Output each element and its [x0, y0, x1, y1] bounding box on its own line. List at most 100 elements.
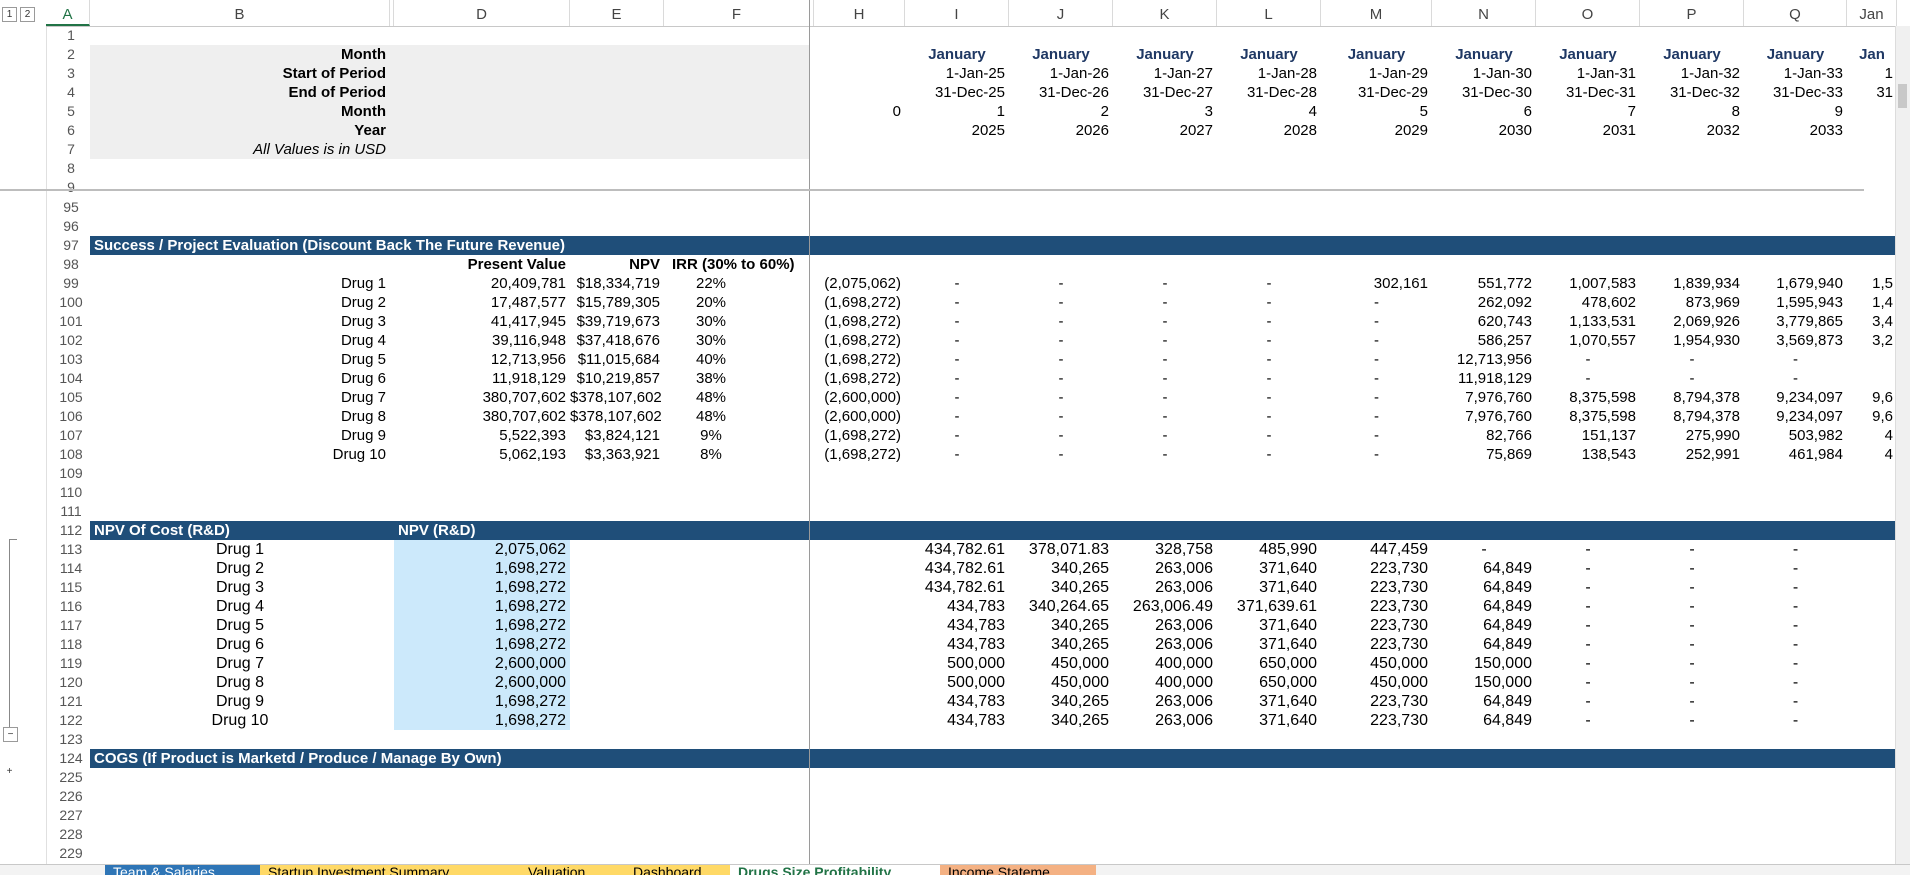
cell[interactable]: - [1113, 445, 1217, 464]
cell[interactable]: - [1321, 388, 1432, 407]
cell[interactable]: 41,417,945 [394, 312, 570, 331]
cell[interactable]: 22% [664, 274, 758, 293]
cell[interactable]: Drug 10 [90, 445, 390, 464]
cell[interactable]: - [1113, 426, 1217, 445]
cell[interactable]: (1,698,272) [810, 312, 905, 331]
cell[interactable]: 64,849 [1432, 616, 1536, 635]
cell[interactable]: $3,824,121 [570, 426, 664, 445]
cell[interactable] [1847, 369, 1897, 388]
cell[interactable]: - [1536, 597, 1640, 616]
row-header[interactable]: 119 [46, 654, 96, 673]
cell[interactable]: 40% [664, 350, 758, 369]
cell[interactable]: Drug 9 [90, 426, 390, 445]
cell[interactable]: - [1744, 597, 1847, 616]
cell[interactable]: 12,713,956 [1432, 350, 1536, 369]
outline-level-2-button[interactable]: 2 [20, 7, 35, 22]
cell[interactable]: 1,954,930 [1640, 331, 1744, 350]
column-header-17[interactable]: Jan [1847, 0, 1897, 26]
cell[interactable]: - [1321, 407, 1432, 426]
cell[interactable]: - [1217, 350, 1321, 369]
row-header[interactable]: 116 [46, 597, 96, 616]
cell[interactable]: - [1432, 540, 1536, 559]
row-header[interactable]: 111 [46, 502, 96, 521]
cell[interactable] [1847, 350, 1897, 369]
cell[interactable]: 447,459 [1321, 540, 1432, 559]
cell[interactable]: - [1536, 369, 1640, 388]
outline-level-1-button[interactable]: 1 [2, 7, 17, 22]
cell[interactable]: 9,6 [1847, 388, 1897, 407]
cell[interactable]: January [1640, 45, 1744, 64]
cell[interactable]: 1-Jan-30 [1432, 64, 1536, 83]
row-header[interactable]: 124 [46, 749, 96, 768]
row-header[interactable]: 4 [46, 83, 96, 102]
cell[interactable]: January [1432, 45, 1536, 64]
cell[interactable]: $378,107,602 [570, 388, 664, 407]
cell[interactable]: - [1744, 673, 1847, 692]
cell[interactable]: - [1113, 369, 1217, 388]
cell[interactable]: 8 [1640, 102, 1744, 121]
cell[interactable]: 263,006.49 [1113, 597, 1217, 616]
cell[interactable]: - [1640, 616, 1744, 635]
cell[interactable]: - [1113, 407, 1217, 426]
cell[interactable]: 400,000 [1113, 673, 1217, 692]
cell[interactable]: - [1640, 578, 1744, 597]
cell[interactable]: - [1217, 426, 1321, 445]
cell[interactable]: - [1744, 350, 1847, 369]
cell[interactable]: $10,219,857 [570, 369, 664, 388]
row-header[interactable]: 122 [46, 711, 96, 730]
column-header-4[interactable]: E [570, 0, 664, 26]
cell[interactable]: - [1321, 350, 1432, 369]
cell[interactable]: - [1217, 369, 1321, 388]
cell[interactable]: 1,698,272 [394, 597, 570, 616]
cell[interactable]: NPV (R&D) [394, 521, 574, 540]
cell[interactable]: Drug 10 [90, 711, 390, 730]
cell[interactable]: 1-Jan-28 [1217, 64, 1321, 83]
cell[interactable]: January [1744, 45, 1847, 64]
cell[interactable]: 9,234,097 [1744, 407, 1847, 426]
cell[interactable]: 2030 [1432, 121, 1536, 140]
row-header[interactable]: 100 [46, 293, 96, 312]
cell[interactable]: - [905, 388, 1009, 407]
cell[interactable]: - [1536, 692, 1640, 711]
cell[interactable]: - [1217, 312, 1321, 331]
row-header[interactable]: 7 [46, 140, 96, 159]
cell[interactable]: Drug 6 [90, 635, 390, 654]
column-header-15[interactable]: P [1640, 0, 1744, 26]
row-header[interactable]: 103 [46, 350, 96, 369]
cell[interactable]: - [905, 407, 1009, 426]
column-header-3[interactable]: D [394, 0, 570, 26]
cell[interactable]: Drug 3 [90, 578, 390, 597]
cell[interactable]: January [905, 45, 1009, 64]
cell[interactable]: (1,698,272) [810, 293, 905, 312]
cell[interactable]: 450,000 [1009, 673, 1113, 692]
vertical-scrollbar[interactable] [1895, 26, 1910, 864]
cell[interactable]: 2028 [1217, 121, 1321, 140]
cell[interactable]: 620,743 [1432, 312, 1536, 331]
cell[interactable]: 1-Jan-32 [1640, 64, 1744, 83]
cell[interactable]: 1,698,272 [394, 578, 570, 597]
cell[interactable]: Month [90, 102, 390, 121]
cell[interactable]: - [1009, 274, 1113, 293]
cell[interactable]: 9,6 [1847, 407, 1897, 426]
cell[interactable]: 263,006 [1113, 692, 1217, 711]
cell[interactable]: 7,976,760 [1432, 407, 1536, 426]
cell[interactable]: - [1536, 578, 1640, 597]
cell[interactable]: Present Value [394, 255, 570, 274]
cell[interactable]: $15,789,305 [570, 293, 664, 312]
cell[interactable]: 8,375,598 [1536, 388, 1640, 407]
cell[interactable]: 150,000 [1432, 673, 1536, 692]
cell[interactable]: 2032 [1640, 121, 1744, 140]
cell[interactable]: (1,698,272) [810, 445, 905, 464]
cell[interactable]: 340,265 [1009, 635, 1113, 654]
column-header-10[interactable]: K [1113, 0, 1217, 26]
cell[interactable]: - [1744, 692, 1847, 711]
cell[interactable]: 20% [664, 293, 758, 312]
column-header-13[interactable]: N [1432, 0, 1536, 26]
cell[interactable]: 31-Dec-32 [1640, 83, 1744, 102]
cell[interactable]: 82,766 [1432, 426, 1536, 445]
cell[interactable]: Drug 1 [90, 274, 390, 293]
row-header[interactable]: 228 [46, 825, 96, 844]
cell[interactable]: - [1536, 711, 1640, 730]
cell[interactable]: 400,000 [1113, 654, 1217, 673]
row-header[interactable]: 3 [46, 64, 96, 83]
